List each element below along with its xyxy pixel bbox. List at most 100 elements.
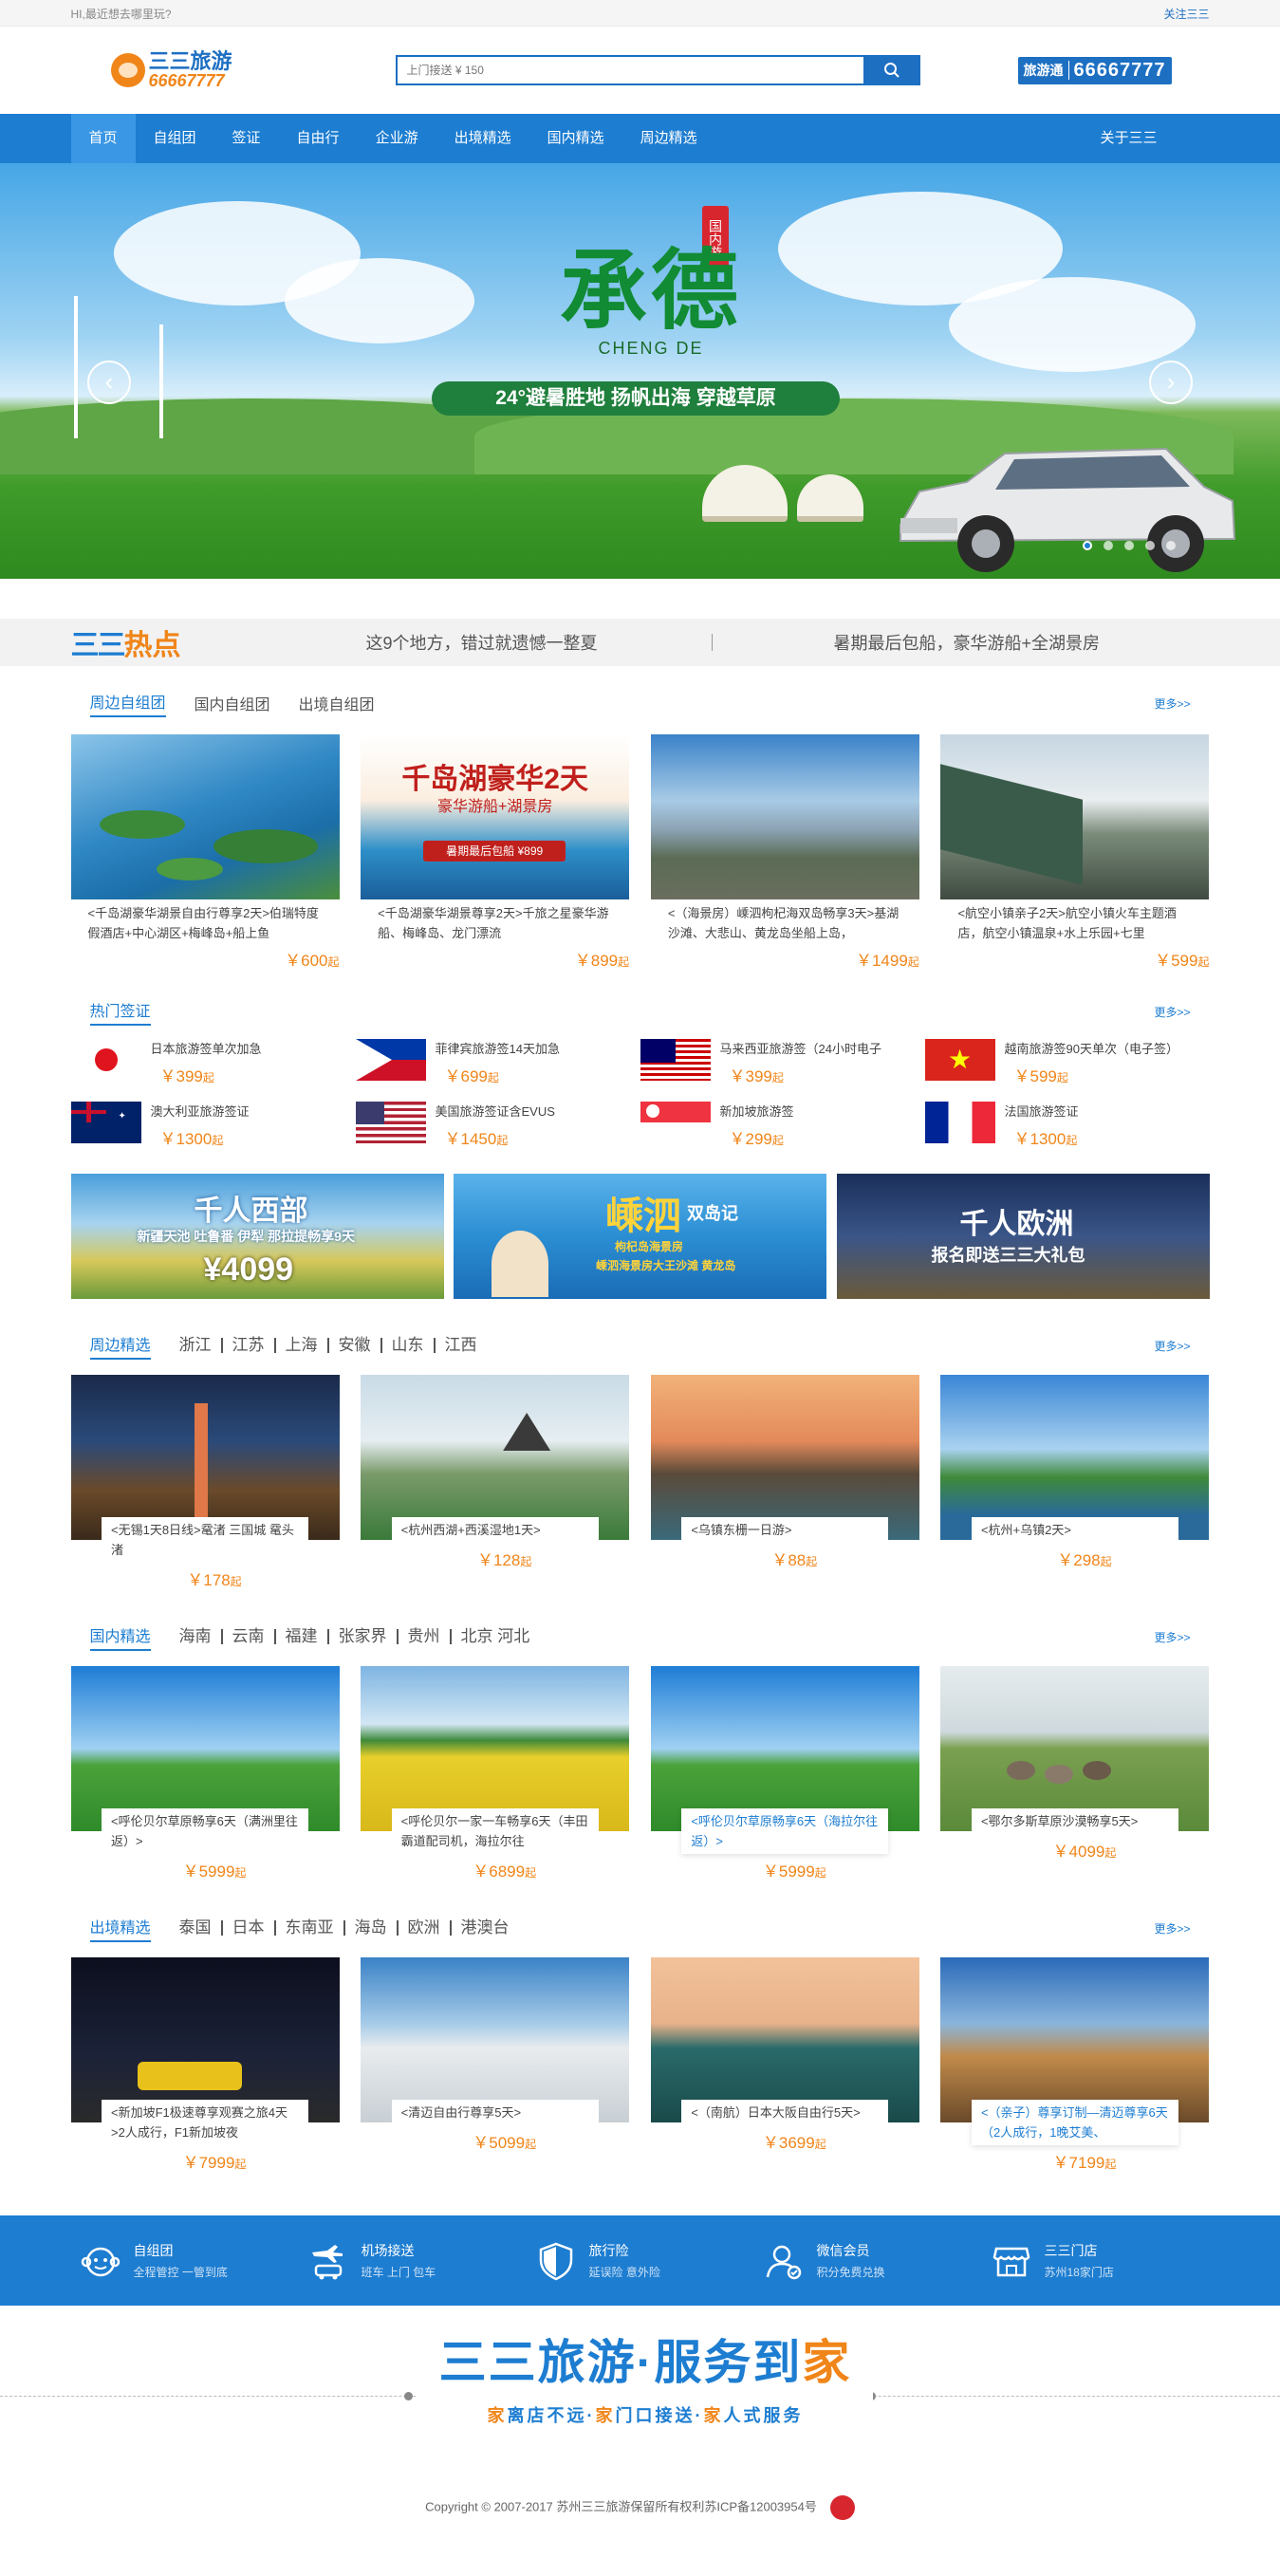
city-link[interactable]: 安徽 — [326, 1337, 380, 1353]
product-card[interactable]: <（海景房）嵊泗枸杞海双岛畅享3天>基湖沙滩、大悲山、黄龙岛坐船上岛， ￥149… — [650, 734, 919, 971]
visa-section: 热门签证 更多>> 日本旅游签单次加急 ￥399起 菲律宾旅游签14天加急 ￥699… — [70, 995, 1210, 1299]
site-logo[interactable]: 三三旅游 66667777 — [110, 46, 244, 94]
visa-item[interactable]: 马来西亚旅游签（24小时电子 ￥399起 — [640, 1039, 925, 1102]
visa-item[interactable]: 日本旅游签单次加急 ￥399起 — [70, 1039, 356, 1102]
city-link[interactable]: 海岛 — [343, 1919, 397, 1936]
promo-pic-sub: 豪华游船+湖景房 — [436, 799, 553, 815]
promo-banner[interactable]: 千人西部 新疆天池 吐鲁番 伊犁 那拉提畅享9天 ¥4099 — [70, 1174, 444, 1299]
visa-item[interactable]: ✦ 澳大利亚旅游签证 ￥1300起 — [70, 1102, 356, 1164]
overseas-cards: <新加坡F1极速尊享观赛之旅4天>2人成行，F1新加坡夜 ￥7999起 <清迈自… — [70, 1957, 1210, 2173]
product-card[interactable]: <杭州西湖+西溪湿地1天> ￥128起 — [361, 1375, 630, 1590]
overseas-title[interactable]: 出境精选 — [89, 1915, 151, 1942]
service-item[interactable]: 微信会员 积分免费兑换 — [754, 2241, 982, 2281]
city-link[interactable]: 江西 — [433, 1337, 487, 1353]
banner-dot[interactable] — [1166, 541, 1176, 550]
promo-banner[interactable]: 嵊泗 双岛记 枸杞岛海景房 嵊泗海景房大王沙滩 黄龙岛 — [454, 1174, 826, 1299]
city-link[interactable]: 日本 — [220, 1919, 274, 1936]
product-card[interactable]: <（亲子）尊享订制—清迈尊享6天（2人成行，1晚艾美、 ￥7199起 — [940, 1957, 1210, 2173]
domestic-title[interactable]: 国内精选 — [89, 1623, 151, 1651]
city-link[interactable]: 北京 河北 — [449, 1628, 540, 1644]
product-card[interactable]: <清迈自由行尊享5天> ￥5099起 — [361, 1957, 630, 2173]
banner-dot[interactable] — [1083, 541, 1092, 550]
product-card[interactable]: <呼伦贝尔草原畅享6天（海拉尔往返）> ￥5999起 — [650, 1666, 919, 1881]
product-card[interactable]: <（南航）日本大阪自由行5天> ￥3699起 — [650, 1957, 919, 2173]
banner-dot[interactable] — [1104, 541, 1113, 550]
service-item[interactable]: 旅行险 延误险 意外险 — [527, 2241, 754, 2281]
hot-slogan-2[interactable]: 暑期最后包船，豪华游船+全湖景房 — [834, 630, 1101, 655]
city-link[interactable]: 贵州 — [396, 1628, 450, 1644]
malaysia-flag-icon — [640, 1039, 711, 1081]
tab-overseas-group[interactable]: 出境自组团 — [299, 692, 375, 714]
banner-dot[interactable] — [1124, 541, 1134, 550]
promo-banner[interactable]: 千人欧洲 报名即送三三大礼包 — [836, 1174, 1210, 1299]
product-card[interactable]: <鄂尔多斯草原沙漠畅享5天> ￥4099起 — [940, 1666, 1210, 1881]
more-link[interactable]: 更多>> — [1154, 695, 1190, 712]
city-link[interactable]: 云南 — [220, 1628, 274, 1644]
more-link[interactable]: 更多>> — [1154, 1920, 1190, 1937]
footer-slogan: 三三旅游·服务到家 家离店不远·家门口接送·家人式服务 — [417, 2325, 873, 2427]
search-input[interactable] — [395, 55, 863, 85]
nav-item-free-travel[interactable]: 自由行 — [279, 114, 358, 163]
city-link[interactable]: 欧洲 — [396, 1919, 450, 1936]
product-card[interactable]: 千岛湖豪华2天 豪华游船+湖景房 暑期最后包船 ¥899 <千岛湖豪华湖景尊享2… — [361, 734, 630, 971]
service-item[interactable]: 自组团 全程管控 一管到底 — [71, 2241, 299, 2281]
service-title: 旅行险 — [588, 2243, 629, 2258]
follow-link[interactable]: 关注三三 — [1163, 6, 1209, 22]
product-card[interactable]: <无锡1天8日线>鼋渚 三国城 鼋头渚 ￥178起 — [70, 1375, 340, 1590]
city-link[interactable]: 东南亚 — [273, 1919, 343, 1936]
city-link[interactable]: 泰国 — [170, 1919, 221, 1936]
visa-title[interactable]: 热门签证 — [89, 998, 151, 1026]
city-link[interactable]: 港澳台 — [449, 1919, 519, 1936]
police-badge-icon[interactable] — [829, 2495, 855, 2520]
nearby-title[interactable]: 周边精选 — [89, 1332, 151, 1360]
product-card[interactable]: <呼伦贝尔草原畅享6天（满洲里往返）> ￥5999起 — [70, 1666, 340, 1881]
service-item[interactable]: 机场接送 班车 上门 包车 — [299, 2241, 527, 2281]
header: 三三旅游 66667777 旅游通 66667777 — [0, 27, 1280, 114]
city-link[interactable]: 海南 — [170, 1628, 221, 1644]
banner-prev-button[interactable]: ‹ — [87, 361, 131, 404]
visa-item[interactable]: 新加坡旅游签 ￥299起 — [640, 1102, 925, 1164]
hot-divider — [711, 634, 713, 651]
nav-item-about[interactable]: 关于三三 — [1082, 114, 1175, 163]
price-unit: 起 — [234, 1866, 247, 1880]
nav-item-corporate[interactable]: 企业游 — [358, 114, 436, 163]
promo-title-2: 双岛记 — [687, 1204, 738, 1223]
more-link[interactable]: 更多>> — [1154, 1629, 1190, 1645]
service-item[interactable]: 三三门店 苏州18家门店 — [982, 2241, 1210, 2281]
nav-item-visa[interactable]: 签证 — [214, 114, 279, 163]
product-card[interactable]: <千岛湖豪华湖景自由行尊享2天>伯瑞特度假酒店+中心湖区+梅峰岛+船上鱼 ￥60… — [70, 734, 340, 971]
product-card[interactable]: <航空小镇亲子2天>航空小镇火车主题酒店，航空小镇温泉+水上乐园+七里 ￥599… — [940, 734, 1210, 971]
tab-domestic-group[interactable]: 国内自组团 — [195, 692, 270, 714]
banner-next-button[interactable]: › — [1149, 361, 1193, 404]
nav-item-domestic[interactable]: 国内精选 — [529, 114, 622, 163]
city-link[interactable]: 江苏 — [220, 1337, 274, 1353]
product-desc: <航空小镇亲子2天>航空小镇火车主题酒店，航空小镇温泉+水上乐园+七里 — [957, 906, 1177, 940]
city-link[interactable]: 浙江 — [170, 1337, 221, 1353]
nav-item-overseas[interactable]: 出境精选 — [436, 114, 529, 163]
city-link[interactable]: 上海 — [273, 1337, 327, 1353]
city-link[interactable]: 福建 — [273, 1628, 327, 1644]
nav-item-home[interactable]: 首页 — [70, 114, 136, 163]
more-link[interactable]: 更多>> — [1154, 1338, 1190, 1354]
product-card[interactable]: <新加坡F1极速尊享观赛之旅4天>2人成行，F1新加坡夜 ￥7999起 — [70, 1957, 340, 2173]
product-card[interactable]: <杭州+乌镇2天> ￥298起 — [940, 1375, 1210, 1590]
nav-item-group[interactable]: 自组团 — [136, 114, 214, 163]
more-link[interactable]: 更多>> — [1154, 1004, 1190, 1020]
visa-item[interactable]: 美国旅游签证含EVUS ￥1450起 — [355, 1102, 640, 1164]
product-price: ￥5999起 — [71, 1858, 340, 1881]
hero-banner[interactable]: 国内游 承德 CHENG DE 24°避暑胜地 扬帆出海 穿越草原 ‹ › — [0, 163, 1280, 579]
banner-dot[interactable] — [1145, 541, 1155, 550]
nav-item-nearby[interactable]: 周边精选 — [622, 114, 715, 163]
visa-item[interactable]: ★ 越南旅游签90天单次（电子签） ￥599起 — [924, 1039, 1210, 1102]
product-card[interactable]: <呼伦贝尔一家一车畅享6天（丰田霸道配司机，海拉尔往 ￥6899起 — [361, 1666, 630, 1881]
city-link[interactable]: 山东 — [380, 1337, 434, 1353]
city-link[interactable]: 张家界 — [326, 1628, 397, 1644]
search-button[interactable] — [863, 55, 920, 85]
product-card[interactable]: <乌镇东栅一日游> ￥88起 — [650, 1375, 919, 1590]
service-title: 机场接送 — [361, 2243, 415, 2258]
tab-nearby-group[interactable]: 周边自组团 — [89, 690, 166, 717]
promo-sub: 枸杞岛海景房 — [615, 1240, 684, 1253]
hot-slogan-1[interactable]: 这9个地方，错过就遗憾一整夏 — [366, 630, 598, 655]
visa-item[interactable]: 菲律宾旅游签14天加急 ￥699起 — [355, 1039, 640, 1102]
visa-item[interactable]: 法国旅游签证 ￥1300起 — [924, 1102, 1210, 1164]
